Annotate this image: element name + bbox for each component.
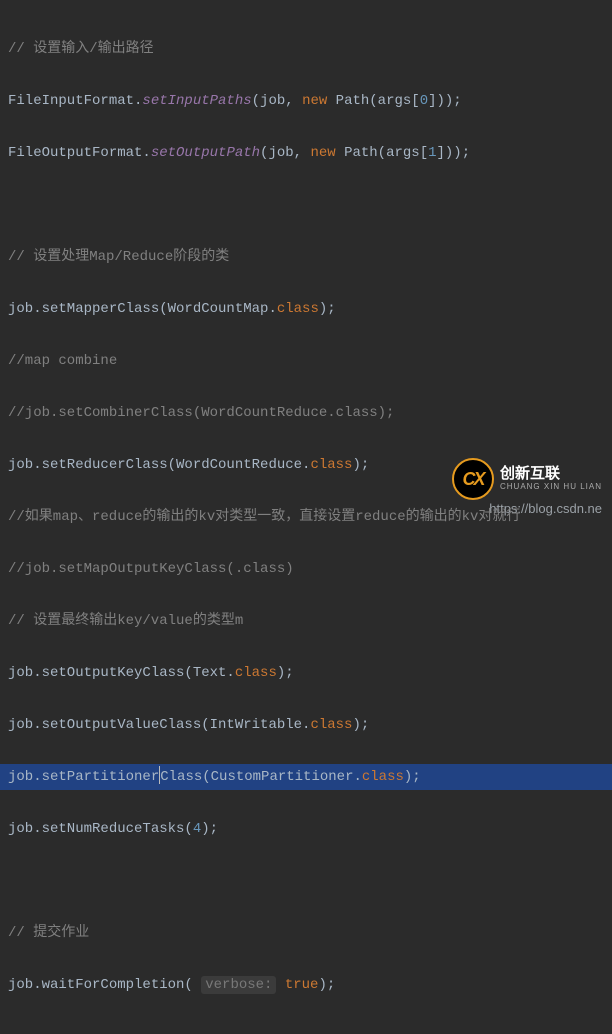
highlighted-line: job.setPartitionerClass(CustomPartitione… bbox=[8, 764, 604, 790]
keyword-class: class bbox=[310, 457, 352, 473]
static-method: setInputPaths bbox=[142, 93, 251, 109]
code-text: job.setMapperClass(WordCountMap. bbox=[8, 301, 277, 317]
comment-line: //job.setMapOutputKeyClass(.class) bbox=[8, 561, 294, 577]
code-text: FileInputFormat. bbox=[8, 93, 142, 109]
comment-line: //如果map、reduce的输出的kv对类型一致，直接设置reduce的输出的… bbox=[8, 509, 520, 525]
code-text: ])); bbox=[437, 145, 471, 161]
keyword-new: new bbox=[310, 145, 344, 161]
number-literal: 1 bbox=[428, 145, 436, 161]
logo-text-sub: CHUANG XIN HU LIAN bbox=[500, 483, 602, 492]
code-text: job.setReducerClass(WordCountReduce. bbox=[8, 457, 310, 473]
param-hint: verbose: bbox=[201, 976, 276, 994]
code-text: Class(CustomPartitioner. bbox=[160, 769, 362, 785]
code-text: Path(args[ bbox=[336, 93, 420, 109]
code-text: ])); bbox=[428, 93, 462, 109]
brand-logo: CX 创新互联 CHUANG XIN HU LIAN bbox=[452, 458, 602, 500]
code-text: ); bbox=[352, 717, 369, 733]
keyword-true: true bbox=[276, 977, 318, 993]
keyword-class: class bbox=[362, 769, 404, 785]
keyword-class: class bbox=[310, 717, 352, 733]
keyword-class: class bbox=[235, 665, 277, 681]
code-text: (job, bbox=[252, 93, 302, 109]
code-text: FileOutputFormat. bbox=[8, 145, 151, 161]
number-literal: 4 bbox=[193, 821, 201, 837]
static-method: setOutputPath bbox=[151, 145, 260, 161]
code-text: ); bbox=[201, 821, 218, 837]
code-text: job.setPartitioner bbox=[8, 769, 159, 785]
comment-line: // 设置输入/输出路径 bbox=[8, 41, 154, 57]
code-text: job.setOutputValueClass(IntWritable. bbox=[8, 717, 310, 733]
comment-line: //job.setCombinerClass(WordCountReduce.c… bbox=[8, 405, 394, 421]
logo-mark-icon: CX bbox=[452, 458, 494, 500]
code-text: job.setNumReduceTasks( bbox=[8, 821, 193, 837]
number-literal: 0 bbox=[420, 93, 428, 109]
comment-line: //map combine bbox=[8, 353, 117, 369]
comment-line: // 设置处理Map/Reduce阶段的类 bbox=[8, 249, 229, 265]
keyword-class: class bbox=[277, 301, 319, 317]
comment-line: // 提交作业 bbox=[8, 925, 89, 941]
code-text: Path(args[ bbox=[344, 145, 428, 161]
comment-line: // 设置最终输出key/value的类型m bbox=[8, 613, 243, 629]
code-text: ); bbox=[318, 977, 335, 993]
code-text: job.setOutputKeyClass(Text. bbox=[8, 665, 235, 681]
code-text: ); bbox=[352, 457, 369, 473]
code-text: ); bbox=[319, 301, 336, 317]
code-text: ); bbox=[404, 769, 421, 785]
logo-text-main: 创新互联 bbox=[500, 466, 602, 483]
code-text: (job, bbox=[260, 145, 310, 161]
code-text: ); bbox=[277, 665, 294, 681]
code-text: job.waitForCompletion( bbox=[8, 977, 201, 993]
keyword-new: new bbox=[302, 93, 336, 109]
